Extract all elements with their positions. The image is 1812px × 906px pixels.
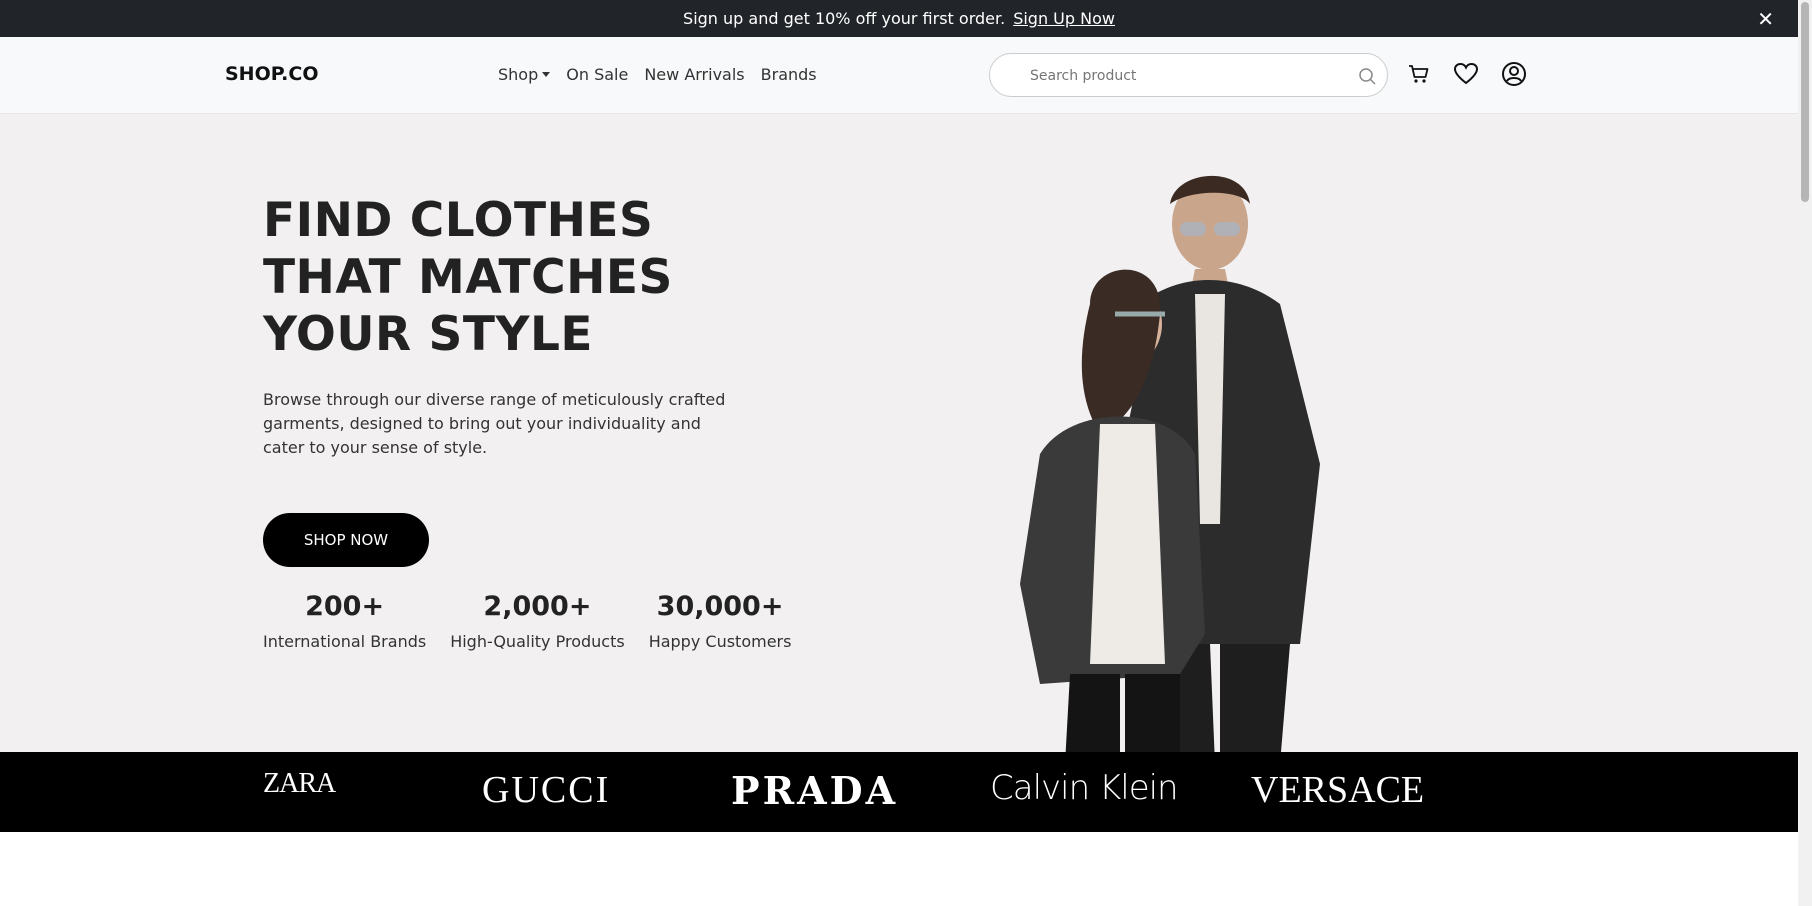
heart-icon[interactable]: [1453, 62, 1479, 86]
brand-logo-zara: ZARA: [263, 768, 336, 799]
hero-title-line: THAT MATCHES: [263, 250, 673, 305]
stat-value: 30,000+: [656, 591, 784, 622]
announcement-text: Sign up and get 10% off your first order…: [683, 9, 1006, 28]
hero-models-image: [1020, 175, 1320, 752]
page: Sign up and get 10% off your first order…: [0, 0, 1812, 906]
search-input[interactable]: [1030, 64, 1330, 88]
navbar: SHOP.CO Shop On Sale New Arrivals Brands: [0, 37, 1798, 114]
hero-title: FIND CLOTHES THAT MATCHES YOUR STYLE: [263, 192, 673, 363]
menu-item-brands[interactable]: Brands: [761, 65, 817, 84]
scrollbar[interactable]: [1798, 0, 1812, 906]
menu-label: Shop: [498, 65, 539, 84]
cart-icon[interactable]: [1407, 62, 1431, 86]
stat-products: 2,000+ High-Quality Products: [450, 590, 624, 651]
brand-logo-gucci: GUCCI: [482, 769, 611, 811]
hero-title-line: YOUR STYLE: [263, 307, 594, 362]
hero-description: Browse through our diverse range of meti…: [263, 390, 726, 457]
stat-label: International Brands: [263, 632, 427, 651]
hero-title-line: FIND CLOTHES: [263, 193, 654, 248]
search-icon[interactable]: [1357, 66, 1377, 86]
stat-value: 2,000+: [483, 591, 592, 622]
hero-section: FIND CLOTHES THAT MATCHES YOUR STYLE Bro…: [0, 114, 1798, 752]
logo[interactable]: SHOP.CO: [225, 63, 319, 85]
sign-up-link[interactable]: Sign Up Now: [1013, 9, 1115, 28]
stat-value: 200+: [305, 591, 385, 622]
main-menu: Shop On Sale New Arrivals Brands: [498, 65, 817, 84]
nav-icons: [1407, 61, 1527, 87]
stat-label: High-Quality Products: [450, 632, 625, 651]
shop-now-button[interactable]: SHOP NOW: [263, 513, 429, 567]
user-icon[interactable]: [1501, 61, 1527, 87]
close-icon[interactable]: ✕: [1757, 7, 1774, 31]
brand-strip: ZARA GUCCI PRADA Calvin Klein VERSACE: [0, 752, 1798, 832]
brand-logo-calvin-klein: Calvin Klein: [990, 768, 1179, 808]
brand-logo-prada: PRADA: [731, 768, 899, 813]
chevron-down-icon: [542, 72, 551, 77]
stat-label: Happy Customers: [648, 632, 792, 651]
announcement-bar: Sign up and get 10% off your first order…: [0, 0, 1798, 37]
scrollbar-thumb[interactable]: [1801, 2, 1809, 202]
brand-logo-versace: VERSACE: [1251, 769, 1425, 811]
search-box: [989, 53, 1388, 97]
menu-item-shop[interactable]: Shop: [498, 65, 551, 84]
stat-brands: 200+ International Brands: [263, 590, 426, 651]
menu-item-on-sale[interactable]: On Sale: [566, 65, 628, 84]
stat-customers: 30,000+ Happy Customers: [649, 590, 792, 651]
menu-item-new-arrivals[interactable]: New Arrivals: [644, 65, 744, 84]
hero-stats: 200+ International Brands 2,000+ High-Qu…: [263, 590, 791, 651]
